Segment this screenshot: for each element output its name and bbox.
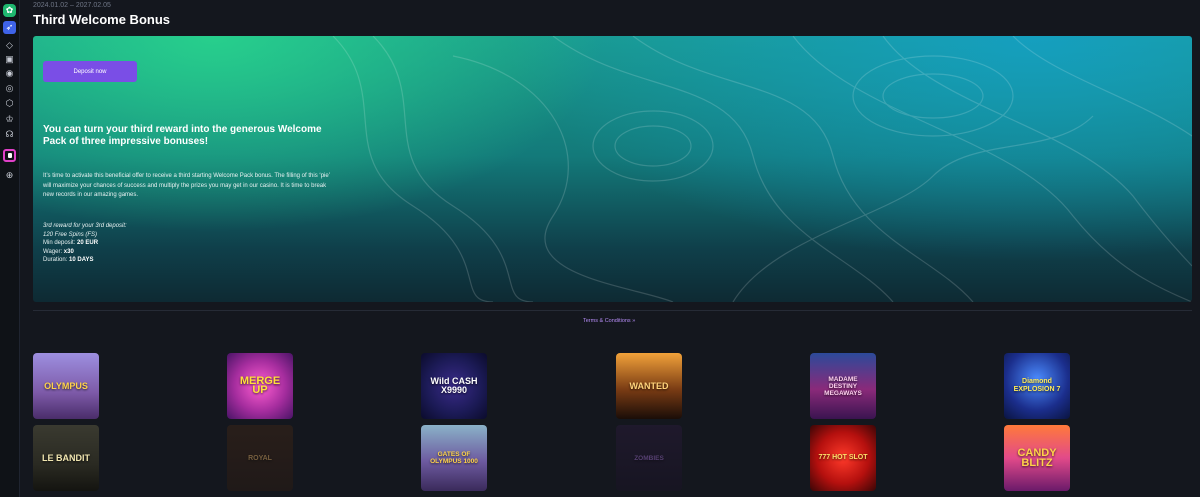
game-tile[interactable]: ZOMBIES [616,425,682,491]
game-tile[interactable]: MERGE UP [227,353,293,419]
page-title: Third Welcome Bonus [33,12,170,27]
terms-conditions-link[interactable]: Terms & Conditions » [583,318,635,324]
globe-icon[interactable]: ⊕ [3,169,16,182]
shield-icon[interactable]: ◉ [3,67,16,80]
bonus-details: 3rd reward for your 3rd deposit: 120 Fre… [43,222,335,265]
wager: Wager: x30 [43,248,74,255]
bonus-date-range: 2024.01.02 – 2027.02.05 [33,2,111,9]
crown-icon[interactable]: ♔ [3,113,16,126]
min-deposit: Min deposit: 20 EUR [43,240,99,247]
headset-icon[interactable]: ☊ [3,128,16,141]
duration: Duration: 10 DAYS [43,257,94,264]
game-tile[interactable]: MADAME DESTINY MEGAWAYS [810,353,876,419]
rocket-icon[interactable]: ➶ [3,21,16,34]
bonus-banner: Deposit now You can turn your third rewa… [33,36,1192,302]
reward-line-2: 120 Free Spins (FS) [43,231,98,238]
logo-icon[interactable]: ✿ [3,4,16,17]
game-tile[interactable]: OLYMPUS [33,353,99,419]
tag-icon[interactable]: ⬡ [3,97,16,110]
cake-icon[interactable]: ▣ [3,53,16,66]
promo-icon[interactable] [3,149,16,162]
reward-line-1: 3rd reward for your 3rd deposit: [43,223,127,229]
banner-description: It’s time to activate this beneficial of… [43,173,330,198]
target-icon[interactable]: ◎ [3,82,16,95]
deposit-now-button[interactable]: Deposit now [43,61,137,82]
banner-headline: You can turn your third reward into the … [43,124,322,147]
game-tile[interactable]: 777 HOT SLOT [810,425,876,491]
game-tile[interactable]: CANDY BLITZ [1004,425,1070,491]
diamond-icon[interactable]: ◇ [3,39,16,52]
sidebar: ✿ ➶ ◇ ▣ ◉ ◎ ⬡ ♔ ☊ ⊕ [0,0,20,497]
chevron-right-icon: » [632,318,636,324]
section-divider [33,310,1192,311]
game-tile[interactable]: GATES OF OLYMPUS 1000 [421,425,487,491]
game-tile[interactable]: WANTED [616,353,682,419]
game-tile[interactable]: Wild CASH X9990 [421,353,487,419]
game-tile[interactable]: ROYAL [227,425,293,491]
game-tile[interactable]: Diamond EXPLOSION 7 [1004,353,1070,419]
game-tile[interactable]: LE BANDIT [33,425,99,491]
